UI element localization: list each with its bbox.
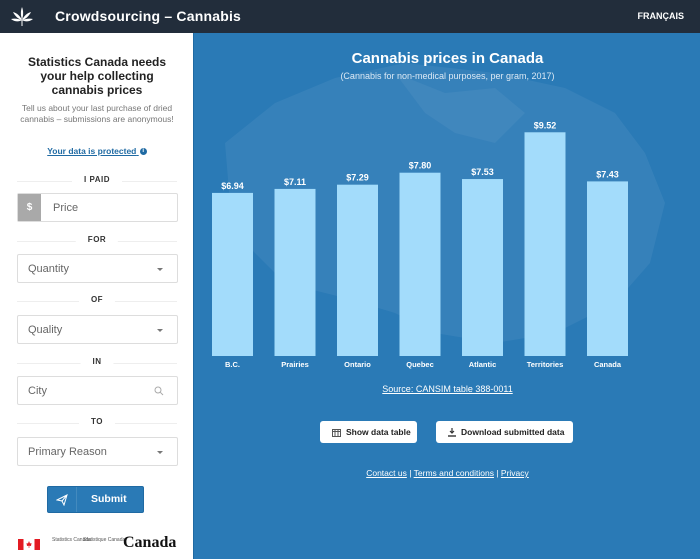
- canada-wordmark: Canada: [123, 534, 177, 551]
- chevron-down-icon: [157, 451, 163, 454]
- form-heading: Statistics Canada needs your help collec…: [27, 55, 167, 97]
- section-label-to: TO: [17, 417, 177, 429]
- price-placeholder: Price: [53, 202, 79, 214]
- section-label-for: FOR: [17, 235, 177, 247]
- data-label: $7.53: [471, 167, 494, 177]
- bar-prairies: [274, 188, 316, 356]
- chevron-down-icon: [157, 268, 163, 271]
- government-logos: Statistics Canada Statistique Canada Can…: [18, 533, 178, 553]
- quantity-select[interactable]: Quantity: [17, 254, 178, 283]
- bar-canada: [587, 181, 628, 356]
- table-icon: [332, 428, 341, 437]
- x-tick-label: B.C.: [225, 360, 240, 369]
- section-label-of: OF: [17, 295, 177, 307]
- bar-territories: [524, 132, 566, 356]
- cannabis-leaf-icon[interactable]: [10, 5, 34, 29]
- app-title: Crowdsourcing – Cannabis: [55, 8, 242, 24]
- submit-button[interactable]: Submit: [47, 486, 144, 513]
- privacy-link[interactable]: Your data is protected i: [14, 146, 180, 156]
- data-label: $6.94: [221, 181, 244, 191]
- x-tick-label: Atlantic: [469, 360, 497, 369]
- data-label: $7.29: [346, 173, 369, 183]
- bar-bc: [212, 192, 253, 356]
- section-label-in: IN: [17, 357, 177, 369]
- contact-us-link[interactable]: Contact us: [366, 468, 407, 478]
- paper-plane-icon: [56, 494, 68, 506]
- bar-quebec: [399, 172, 441, 356]
- source-link[interactable]: Source: CANSIM table 388-0011: [195, 384, 700, 394]
- form-description: Tell us about your last purchase of drie…: [20, 103, 174, 124]
- x-tick-label: Quebec: [406, 360, 434, 369]
- show-data-table-button[interactable]: Show data table: [320, 421, 417, 443]
- dollar-addon: $: [18, 194, 41, 221]
- statcan-fr: Statistique Canada: [83, 537, 126, 543]
- section-label-paid: I PAID: [17, 175, 177, 187]
- price-input[interactable]: $ Price: [17, 193, 178, 222]
- search-icon: [154, 386, 164, 396]
- x-tick-label: Canada: [594, 360, 622, 369]
- data-label: $7.80: [409, 161, 432, 171]
- info-icon: i: [139, 148, 147, 156]
- bar-ontario: [337, 184, 378, 356]
- quality-select[interactable]: Quality: [17, 315, 178, 344]
- language-toggle[interactable]: FRANÇAIS: [638, 11, 685, 21]
- download-data-button[interactable]: Download submitted data: [436, 421, 573, 443]
- data-label: $9.52: [534, 120, 557, 130]
- bar-atlantic: [462, 179, 503, 356]
- canada-flag-icon: [18, 539, 40, 550]
- data-label: $7.43: [596, 169, 619, 179]
- x-tick-label: Ontario: [344, 360, 371, 369]
- reason-select[interactable]: Primary Reason: [17, 437, 178, 466]
- chevron-down-icon: [157, 329, 163, 332]
- terms-link[interactable]: Terms and conditions: [414, 468, 494, 478]
- bar-chart: $6.94 B.C. $7.11 Prairies $7.29 Ontario $7.80 Q…: [212, 120, 628, 369]
- download-icon: [448, 428, 456, 437]
- footer-links: Contact us | Terms and conditions | Priv…: [366, 468, 529, 478]
- top-navbar: Crowdsourcing – Cannabis FRANÇAIS: [0, 0, 700, 33]
- sidebar-form: Statistics Canada needs your help collec…: [0, 33, 194, 559]
- data-label: $7.11: [284, 177, 306, 187]
- x-tick-label: Territories: [527, 360, 564, 369]
- city-input[interactable]: City: [17, 376, 178, 405]
- chart-panel: Cannabis prices in Canada (Cannabis for …: [195, 33, 700, 559]
- x-tick-label: Prairies: [281, 360, 309, 369]
- privacy-footer-link[interactable]: Privacy: [501, 468, 529, 478]
